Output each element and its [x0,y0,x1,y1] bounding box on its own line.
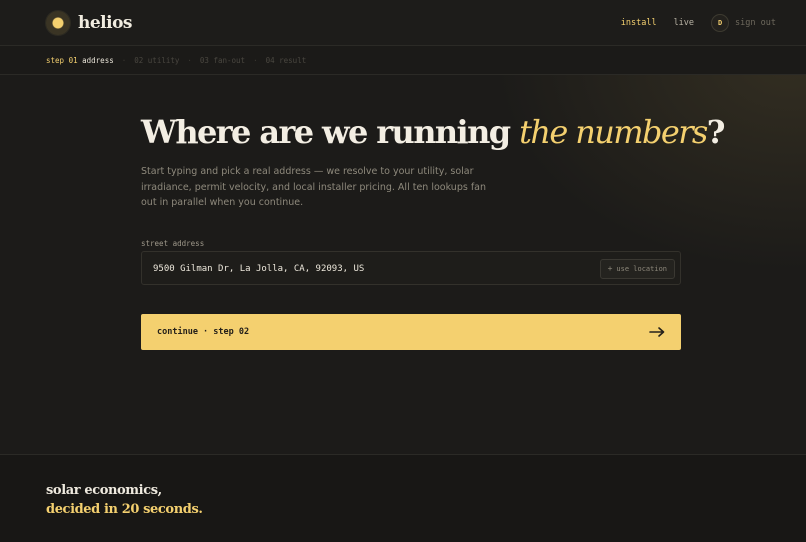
nav-install[interactable]: install [621,18,657,28]
brand-name: helios [78,13,133,33]
step-result: 04 result [265,55,307,65]
page-title-accent: the numbers [519,113,708,151]
footer: solar economics, decided in 20 seconds. [0,454,806,542]
top-bar: helios install live D sign out [0,0,806,46]
use-location-label: use location [616,264,667,273]
step-separator: · [253,55,258,65]
street-address-label: street address [141,238,205,248]
continue-label: continue · step 02 [157,327,250,337]
address-form: Where are we running the numbers? Start … [141,112,726,285]
page-subtitle: Start typing and pick a real address — w… [141,166,487,208]
step-fan-out: 03 fan-out [199,55,246,65]
avatar[interactable]: D [711,14,730,32]
arrow-right-icon [649,327,665,337]
step-address: step 01 address [46,55,114,65]
sign-out-link[interactable]: sign out [735,18,776,28]
step-utility: 02 utility [134,55,180,65]
sun-icon [46,11,70,35]
plus-icon: + [607,264,613,273]
top-nav: install live D sign out [621,12,776,34]
use-location-button[interactable]: + use location [599,258,675,279]
continue-button[interactable]: continue · step 02 [141,314,681,350]
step-separator: · [121,55,127,65]
step-progress: step 01 address · 02 utility · 03 fan-ou… [0,46,806,75]
footer-tagline-accent: decided in 20 seconds. [46,502,203,517]
step-separator: · [187,55,192,65]
footer-tagline: solar economics, [46,483,162,498]
page-title: Where are we running the numbers? [141,113,726,151]
nav-live[interactable]: live [674,18,694,28]
street-address-field: + use location [141,250,681,285]
brand-logo[interactable]: helios [46,11,133,35]
street-address-input[interactable] [153,260,583,277]
